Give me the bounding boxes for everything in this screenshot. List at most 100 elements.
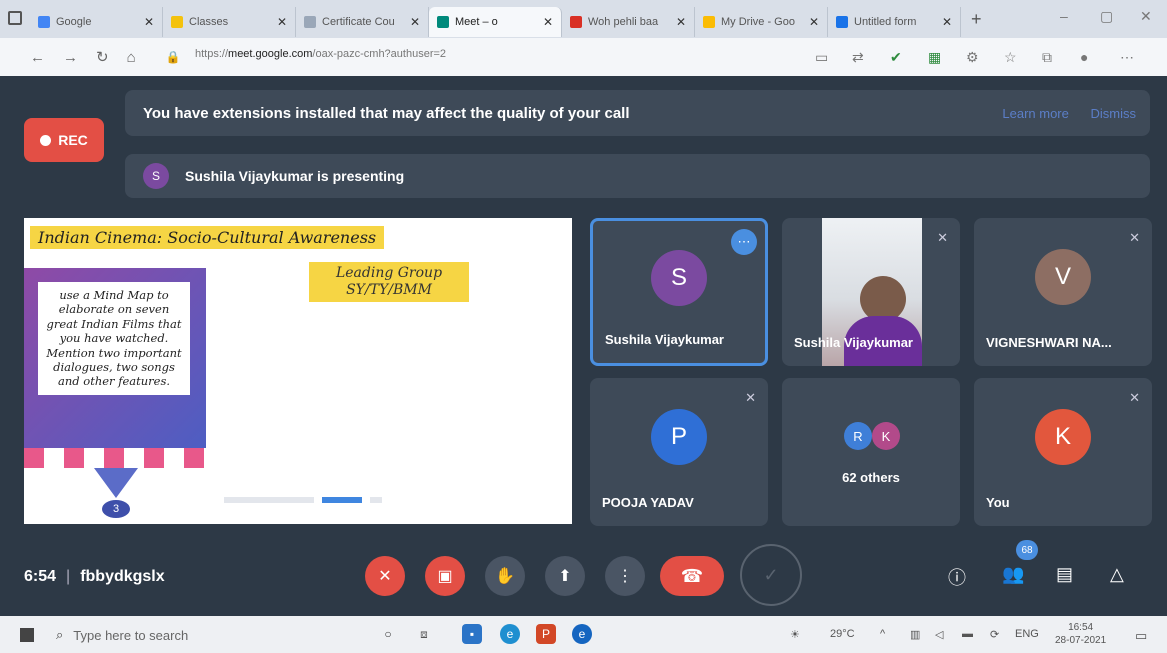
new-tab-icon[interactable]: + <box>971 9 982 30</box>
tab-certificate[interactable]: Certificate Cou ✕ <box>296 7 429 37</box>
collections-icon[interactable]: ⧉ <box>1042 49 1052 66</box>
meeting-info: 6:54 | fbbydkgslx <box>24 568 165 585</box>
participant-tile-you[interactable]: K ✕ You <box>974 378 1152 526</box>
slide-footer-bar <box>224 490 394 503</box>
mic-off-icon: ✕ <box>937 230 948 245</box>
meeting-controls: 6:54 | fbbydkgslx ✕ ▣ ✋ ⬆ ⋮ ☎ ✓ ⓘ 👥 68 ▤ △ <box>0 536 1167 616</box>
camera-toggle-button[interactable]: ▣ <box>425 556 465 596</box>
close-icon[interactable]: ✕ <box>277 15 287 29</box>
profile-icon[interactable]: ● <box>1080 49 1088 65</box>
participant-name: You <box>986 495 1010 510</box>
present-button[interactable]: ⬆ <box>545 556 585 596</box>
close-icon[interactable]: ✕ <box>410 15 420 29</box>
translate-icon[interactable]: ⇄ <box>852 49 864 66</box>
mic-toggle-button[interactable]: ✕ <box>365 556 405 596</box>
confirm-button[interactable]: ✓ <box>740 544 802 606</box>
participant-name: VIGNESHWARI NA... <box>986 335 1112 350</box>
slide-subtitle: Leading Group SY/TY/BMM <box>309 262 469 302</box>
favorites-icon[interactable]: ☆ <box>1004 49 1017 66</box>
activities-icon[interactable]: △ <box>1110 564 1124 585</box>
close-icon[interactable]: ✕ <box>543 15 553 29</box>
weather-icon[interactable]: ☀ <box>790 628 800 641</box>
slide-title: Indian Cinema: Socio-Cultural Awareness <box>30 226 385 249</box>
participant-tile-pooja[interactable]: P ✕ POOJA YADAV <box>590 378 768 526</box>
taskbar-clock[interactable]: 16:54 28-07-2021 <box>1055 621 1106 647</box>
avatar: S <box>143 163 169 189</box>
search-icon: ⌕ <box>56 627 64 642</box>
edge-icon[interactable]: e <box>500 624 520 644</box>
windows-start-icon[interactable] <box>20 628 34 642</box>
close-window-icon[interactable]: ✕ <box>1140 8 1152 25</box>
taskbar-search[interactable]: ⌕ Type here to search <box>56 624 346 646</box>
participant-tile-others[interactable]: R K 62 others <box>782 378 960 526</box>
close-icon[interactable]: ✕ <box>942 15 952 29</box>
close-icon[interactable]: ✕ <box>676 15 686 29</box>
more-options-icon[interactable]: ⋯ <box>731 229 757 255</box>
camera-icon[interactable]: ▭ <box>815 49 828 66</box>
slide-card: use a Mind Map to elaborate on seven gre… <box>24 268 206 468</box>
participant-count-badge: 68 <box>1016 540 1038 560</box>
participant-tile-vigneshwari[interactable]: V ✕ VIGNESHWARI NA... <box>974 218 1152 366</box>
sheets-extension-icon[interactable]: ▦ <box>928 49 941 66</box>
participant-tile-sushila-video[interactable]: ✕ Sushila Vijaykumar <box>782 218 960 366</box>
recording-badge[interactable]: REC <box>24 118 104 162</box>
volume-icon[interactable]: ◁ <box>935 628 943 641</box>
check-icon: ✓ <box>763 564 779 585</box>
refresh-icon[interactable]: ↻ <box>96 48 109 66</box>
lock-icon: 🔒 <box>165 50 181 64</box>
shared-screen[interactable]: Indian Cinema: Socio-Cultural Awareness … <box>24 218 572 524</box>
forward-icon[interactable]: → <box>63 49 78 66</box>
end-call-button[interactable]: ☎ <box>660 556 724 596</box>
mic-off-icon: ✕ <box>745 390 756 405</box>
raise-hand-button[interactable]: ✋ <box>485 556 525 596</box>
powerpoint-icon[interactable]: P <box>536 624 556 644</box>
mic-off-icon: ✕ <box>378 568 392 585</box>
tab-forms[interactable]: Untitled form ✕ <box>828 7 961 37</box>
tab-google[interactable]: Google ✕ <box>30 7 163 37</box>
avatar: S <box>651 249 707 306</box>
people-icon[interactable]: 👥 <box>1002 564 1024 585</box>
language-indicator[interactable]: ENG <box>1015 628 1039 640</box>
others-count: 62 others <box>842 470 900 485</box>
learn-more-link[interactable]: Learn more <box>1002 106 1068 121</box>
more-icon[interactable]: ⋯ <box>1120 49 1134 66</box>
home-icon[interactable]: ⌂ <box>127 49 136 66</box>
participant-name: Sushila Vijaykumar <box>605 332 724 347</box>
tab-gmail[interactable]: Woh pehli baa ✕ <box>562 7 695 37</box>
slide-body: use a Mind Map to elaborate on seven gre… <box>38 282 190 395</box>
more-options-button[interactable]: ⋮ <box>605 556 645 596</box>
battery-icon[interactable]: ▬ <box>962 628 973 640</box>
maximize-icon[interactable]: ▢ <box>1100 8 1113 25</box>
store-icon[interactable]: ▪ <box>462 624 482 644</box>
tab-meet[interactable]: Meet – o ✕ <box>429 7 562 37</box>
network-icon[interactable]: ▥ <box>910 628 920 641</box>
participant-tile-sushila[interactable]: S ⋯ Sushila Vijaykumar <box>590 218 768 366</box>
close-icon[interactable]: ✕ <box>809 15 819 29</box>
back-icon[interactable]: ← <box>30 49 45 66</box>
chat-icon[interactable]: ▤ <box>1056 564 1073 585</box>
window-icon[interactable] <box>8 11 22 25</box>
extension-icon[interactable]: ⚙ <box>966 49 979 66</box>
tray-chevron-icon[interactable]: ^ <box>880 628 885 640</box>
tab-drive[interactable]: My Drive - Goo ✕ <box>695 7 828 37</box>
minimize-icon[interactable]: – <box>1060 8 1068 24</box>
avatar: R <box>844 422 872 450</box>
present-screen-icon: ⬆ <box>558 568 572 585</box>
close-icon[interactable]: ✕ <box>144 15 154 29</box>
dismiss-button[interactable]: Dismiss <box>1091 106 1137 121</box>
sync-icon[interactable]: ⟳ <box>990 628 999 641</box>
check-extension-icon[interactable]: ✔ <box>890 49 902 66</box>
slide-decoration <box>24 448 206 468</box>
url-field[interactable]: https://meet.google.com/oax-pazc-cmh?aut… <box>195 48 446 60</box>
task-view-icon[interactable]: ⧈ <box>414 624 434 644</box>
avatar: K <box>1035 409 1091 466</box>
cortana-icon[interactable]: ○ <box>378 624 398 644</box>
slide-number: 3 <box>102 500 130 518</box>
info-icon[interactable]: ⓘ <box>948 564 966 590</box>
avatar: V <box>1035 249 1091 306</box>
tab-classes[interactable]: Classes ✕ <box>163 7 296 37</box>
classroom-favicon-icon <box>171 16 183 28</box>
temperature-label[interactable]: 29°C <box>830 628 855 640</box>
notifications-icon[interactable]: ▭ <box>1135 628 1147 644</box>
ie-icon[interactable]: e <box>572 624 592 644</box>
